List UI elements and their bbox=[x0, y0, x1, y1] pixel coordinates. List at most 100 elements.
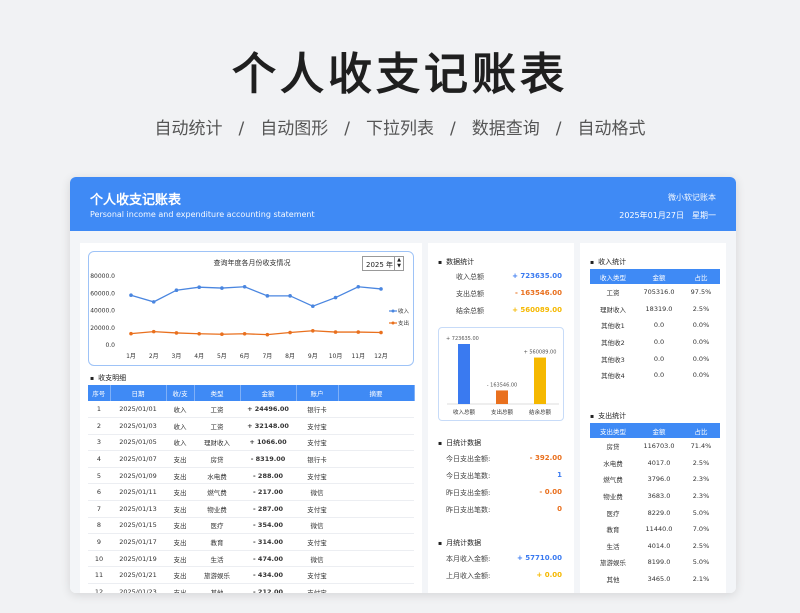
stat-label: 上月收入金额: bbox=[446, 572, 491, 580]
cell-amount: 11440.0 bbox=[645, 525, 673, 534]
cell-note bbox=[338, 467, 414, 485]
current-date: 2025年01月27日 星期一 bbox=[611, 210, 716, 221]
cell-ratio: 0.0% bbox=[692, 354, 710, 363]
cell-account: 银行卡 bbox=[296, 450, 338, 468]
table-row[interactable]: 8 2025/01/15 支出 医疗 - 354.00 微信 bbox=[88, 517, 414, 535]
cell-amount: - 217.00 bbox=[240, 483, 296, 502]
data-point bbox=[288, 330, 292, 335]
income-total-value: + 723635.00 bbox=[512, 272, 562, 280]
cell-io: 支出 bbox=[166, 450, 194, 468]
data-point bbox=[379, 330, 383, 335]
data-point bbox=[265, 294, 270, 298]
cell-ratio: 2.1% bbox=[692, 575, 710, 584]
cell-type: 工资 bbox=[194, 401, 240, 419]
feature-auto-format: 自动格式 bbox=[577, 119, 646, 139]
table-row: 水电费 4017.0 2.5% bbox=[590, 455, 720, 472]
feature-auto-stats: 自动统计 bbox=[154, 119, 223, 139]
table-row[interactable]: 7 2025/01/13 支出 物业费 - 287.00 支付宝 bbox=[88, 500, 414, 518]
table-row[interactable]: 6 2025/01/11 支出 燃气费 - 217.00 微信 bbox=[88, 483, 414, 502]
feature-separator: / bbox=[344, 119, 350, 139]
table-row[interactable]: 3 2025/01/05 收入 理财收入 + 1066.00 支付宝 bbox=[88, 434, 414, 452]
col-date: 日期 bbox=[110, 385, 167, 401]
line-chart-svg: 80000.0 60000.0 40000.0 20000.0 0.0 1月 2月 3月 4月 5… bbox=[90, 273, 410, 360]
cell-io: 收入 bbox=[166, 434, 194, 452]
brand-name: 微小软记账本 bbox=[668, 193, 716, 202]
cell-account: 银行卡 bbox=[296, 401, 338, 419]
monthly-title: 月统计数据 bbox=[438, 538, 481, 548]
cell-io: 支出 bbox=[166, 517, 194, 535]
cell-type: 房贷 bbox=[606, 443, 620, 452]
income-stats-title: 收入统计 bbox=[590, 257, 626, 267]
cell-type: 理财收入 bbox=[600, 305, 626, 314]
y-tick-label: 60000.0 bbox=[90, 290, 115, 297]
data-point bbox=[333, 330, 338, 334]
cell-note bbox=[338, 401, 414, 419]
table-row[interactable]: 5 2025/01/09 支出 水电费 - 288.00 支付宝 bbox=[88, 467, 414, 485]
stat-value: + 57710.00 bbox=[516, 554, 562, 562]
cell-no: 3 bbox=[88, 434, 110, 452]
expense-stats-header: 支出类型 金额 占比 bbox=[590, 423, 720, 438]
expense-stats-table: 支出类型 金额 占比 房贷 116703.0 71.4% 水电费 4017.0 2.5% 燃… bbox=[590, 423, 720, 587]
income-total-label: 收入总额 bbox=[456, 273, 484, 281]
stat-row: 本月收入金额: + 57710.00 bbox=[428, 551, 574, 567]
stat-row: 昨日支出金额: - 0.00 bbox=[428, 485, 574, 501]
cell-account: 支付宝 bbox=[296, 533, 338, 551]
bar-chart-svg: + 723635.00 收入总额 - 163546.00 支出总额 + 560089.0… bbox=[446, 336, 559, 416]
stat-row: 今日支出笔数: 1 bbox=[428, 468, 574, 484]
table-row: 其他收1 0.0 0.0% bbox=[590, 317, 720, 334]
cell-note bbox=[338, 434, 414, 452]
legend-label: 收入 bbox=[398, 307, 410, 315]
table-row[interactable]: 2 2025/01/03 收入 工资 + 32148.00 支付宝 bbox=[88, 417, 414, 435]
cell-note bbox=[338, 517, 414, 535]
data-point bbox=[129, 331, 133, 336]
table-row[interactable]: 1 2025/01/01 收入 工资 + 24496.00 银行卡 bbox=[88, 401, 414, 419]
cell-no: 9 bbox=[88, 533, 110, 551]
table-row[interactable]: 4 2025/01/07 支出 房贷 - 8319.00 银行卡 bbox=[88, 450, 414, 468]
cell-type: 其他收2 bbox=[601, 339, 625, 348]
expense-total-label: 支出总额 bbox=[456, 290, 484, 298]
cell-amount: 8199.0 bbox=[647, 558, 671, 567]
legend-marker bbox=[391, 321, 395, 325]
data-point bbox=[129, 293, 133, 298]
cell-type: 工资 bbox=[194, 417, 240, 435]
cell-ratio: 2.3% bbox=[692, 492, 710, 501]
cell-no: 6 bbox=[88, 483, 110, 502]
data-point bbox=[174, 288, 179, 293]
cell-type: 水电费 bbox=[194, 467, 240, 485]
table-row[interactable]: 11 2025/01/21 支出 旅游娱乐 - 434.00 支付宝 bbox=[88, 566, 414, 585]
stat-label: 昨日支出金额: bbox=[446, 489, 491, 497]
stats-title: 数据统计 bbox=[438, 257, 474, 267]
balance-total-value: + 560089.00 bbox=[512, 306, 562, 314]
income-total: 收入总额 + 723635.00 bbox=[428, 269, 574, 285]
bar-value-label: - 163546.00 bbox=[487, 382, 517, 388]
cell-amount: - 212.00 bbox=[240, 583, 296, 593]
x-tick-label: 10月 bbox=[329, 353, 343, 360]
bar-value-label: + 560089.00 bbox=[524, 350, 557, 356]
cell-no: 4 bbox=[88, 450, 110, 468]
series-line-income bbox=[130, 286, 382, 307]
x-tick-label: 8月 bbox=[285, 353, 295, 360]
col-income-type: 收入类型 bbox=[590, 269, 636, 284]
table-row[interactable]: 9 2025/01/17 支出 教育 - 314.00 支付宝 bbox=[88, 533, 414, 551]
hero-title: 个人收支记账表 bbox=[232, 49, 568, 100]
cell-type: 其他 bbox=[194, 583, 240, 593]
table-row[interactable]: 12 2025/01/23 支出 其他 - 212.00 支付宝 bbox=[88, 583, 414, 593]
balance-total: 结余总额 + 560089.00 bbox=[428, 303, 574, 319]
cell-type: 其他 bbox=[606, 576, 620, 585]
legend-marker bbox=[391, 309, 395, 313]
table-row[interactable]: 10 2025/01/19 支出 生活 - 474.00 微信 bbox=[88, 550, 414, 568]
table-row: 其他收2 0.0 0.0% bbox=[590, 334, 720, 351]
table-row: 工资 705316.0 97.5% bbox=[590, 284, 720, 301]
feature-auto-chart: 自动图形 bbox=[260, 119, 329, 139]
cell-amount: + 32148.00 bbox=[240, 417, 296, 435]
cell-no: 8 bbox=[88, 517, 110, 535]
cell-amount: - 434.00 bbox=[240, 566, 296, 585]
x-tick-label: 3月 bbox=[172, 353, 182, 360]
y-tick-label: 0.0 bbox=[105, 342, 115, 349]
data-point bbox=[333, 295, 338, 300]
left-panel: 查询年度各月份收支情况 2025 年 ▲ ▼ 80000.0 60000.0 400… bbox=[80, 243, 422, 593]
details-title: 收支明细 bbox=[90, 373, 126, 383]
y-tick-label: 80000.0 bbox=[90, 273, 115, 280]
feature-dropdown: 下拉列表 bbox=[366, 119, 434, 139]
feature-separator: / bbox=[555, 119, 562, 139]
